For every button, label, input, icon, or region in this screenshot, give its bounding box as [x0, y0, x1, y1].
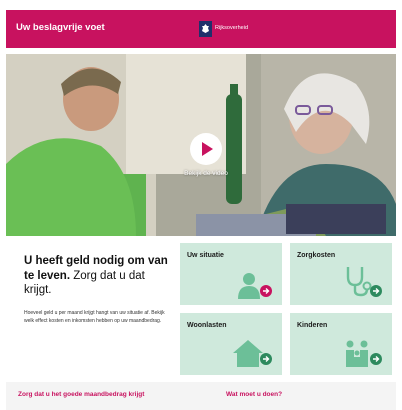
tile-uw-situatie[interactable]: Uw situatie	[180, 243, 282, 305]
tile-zorgkosten[interactable]: Zorgkosten	[290, 243, 392, 305]
tile-label: Zorgkosten	[297, 252, 336, 259]
arrow-right-icon[interactable]	[260, 285, 272, 297]
site-header: Uw beslagvrije voet Rijksoverheid	[6, 10, 396, 48]
site-title[interactable]: Uw beslagvrije voet	[16, 22, 105, 33]
tile-label: Kinderen	[297, 322, 328, 329]
person-icon	[238, 273, 260, 299]
tile-label: Woonlasten	[187, 322, 227, 329]
play-button[interactable]	[190, 133, 222, 165]
arrow-right-icon[interactable]	[260, 353, 272, 365]
government-label: Rijksoverheid	[215, 25, 249, 31]
intro-heading: U heeft geld nodig om van te leven. Zorg…	[24, 254, 174, 298]
tile-kinderen[interactable]: Kinderen	[290, 313, 392, 375]
play-icon	[202, 142, 213, 156]
arrow-right-icon[interactable]	[370, 285, 382, 297]
arrow-right-icon[interactable]	[370, 353, 382, 365]
link-wat-moet-u-doen[interactable]: Wat moet u doen?	[226, 391, 282, 398]
intro-text: Hoeveel geld u per maand krijgt hangt va…	[24, 310, 165, 324]
tile-label: Uw situatie	[187, 252, 224, 259]
video-label[interactable]: Bekijk de video	[176, 170, 236, 177]
link-goede-maandbedrag[interactable]: Zorg dat u het goede maandbedrag krijgt	[18, 391, 144, 398]
page-frame: Uw beslagvrije voet Rijksoverheid Bekijk…	[6, 10, 396, 410]
crest-icon	[199, 21, 212, 37]
family-icon	[346, 340, 368, 367]
tile-woonlasten[interactable]: Woonlasten	[180, 313, 282, 375]
hero-video[interactable]: Bekijk de video	[6, 54, 396, 236]
